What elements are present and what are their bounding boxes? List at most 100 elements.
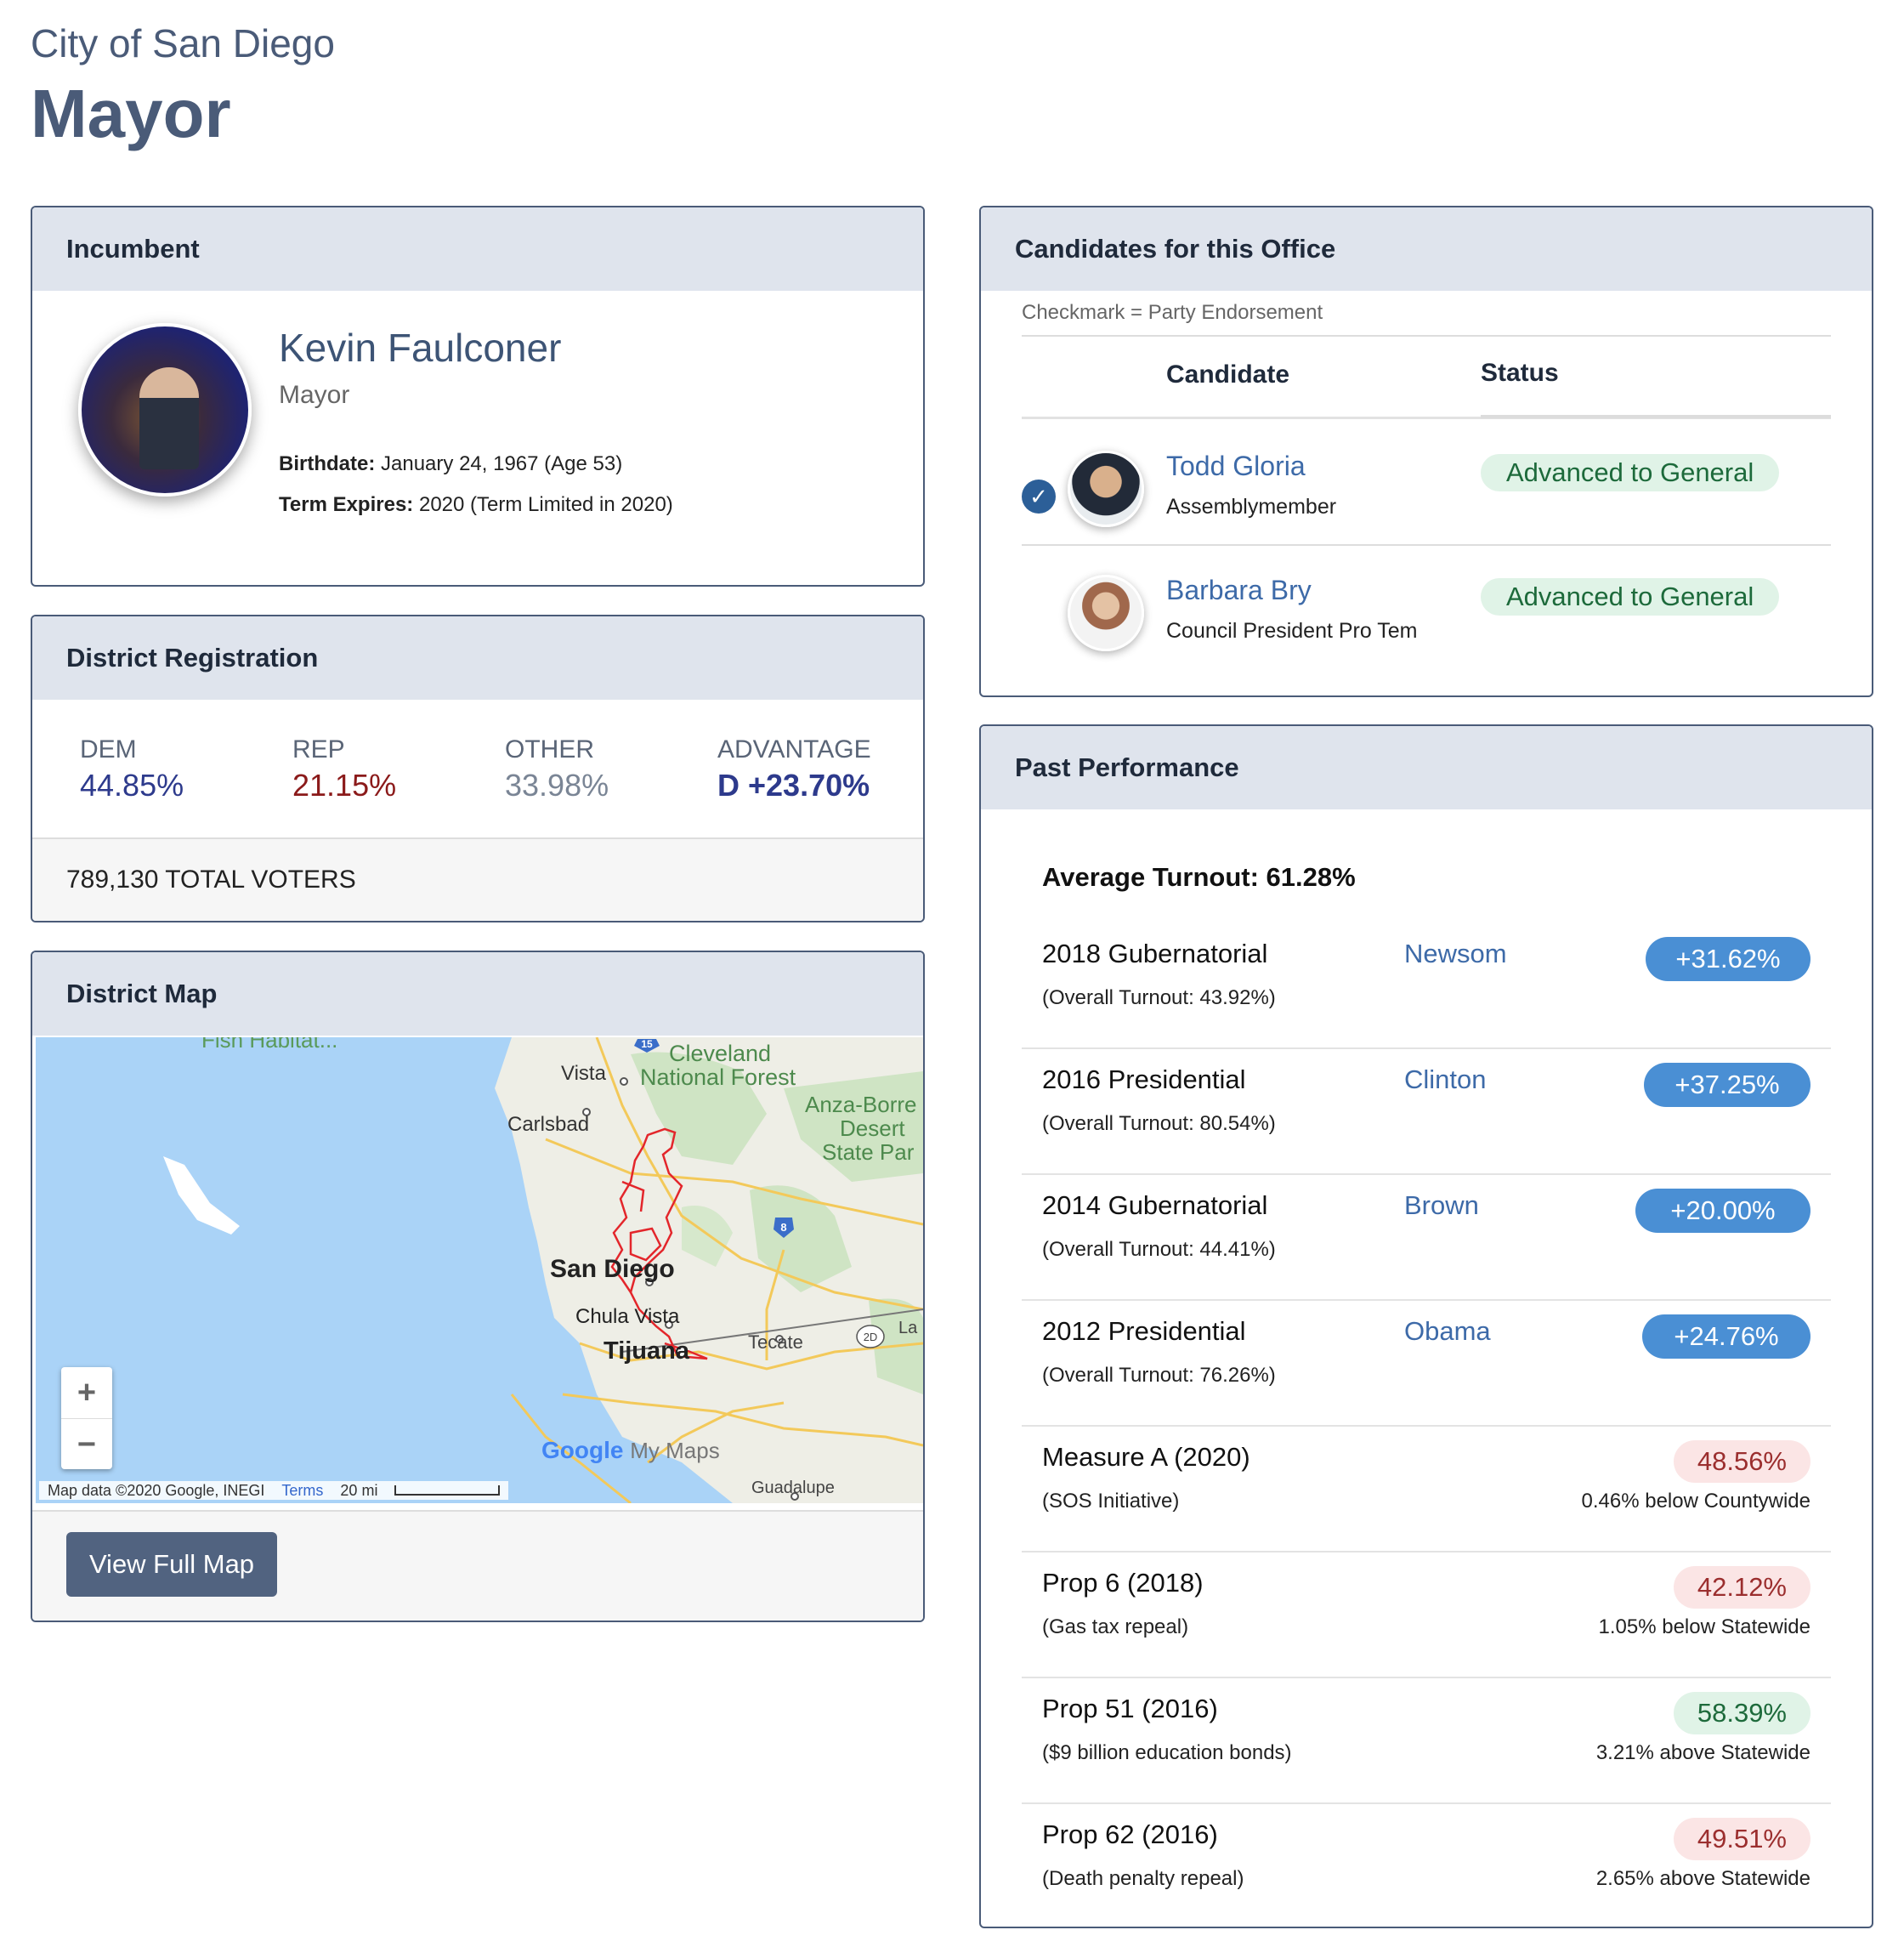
reg-rep-label: REP	[292, 735, 345, 763]
measure-result-badge: 42.12%	[1673, 1566, 1810, 1609]
zoom-out-button[interactable]: −	[61, 1418, 112, 1470]
map-heading: District Map	[32, 952, 923, 1036]
measure-comparison: 3.21% above Statewide	[1595, 1741, 1810, 1764]
reg-advantage-value: D +23.70%	[717, 768, 870, 803]
candidate-photo	[1068, 451, 1144, 527]
total-voters: 789,130 TOTAL VOTERS	[32, 837, 923, 921]
measure-description: (SOS Initiative)	[1042, 1490, 1180, 1513]
measure-name: Measure A (2020)	[1042, 1442, 1250, 1472]
zoom-in-button[interactable]: +	[61, 1367, 112, 1418]
map-label-san-diego: San Diego	[550, 1255, 675, 1283]
candidates-heading: Candidates for this Office	[981, 207, 1872, 291]
map-label-carlsbad: Carlsbad	[507, 1113, 589, 1136]
reg-rep-value: 21.15%	[292, 768, 397, 803]
measure-row: Prop 51 (2016) ($9 billion education bon…	[1022, 1677, 1831, 1804]
term-value: 2020 (Term Limited in 2020)	[418, 493, 673, 516]
election-name: 2018 Gubernatorial	[1042, 939, 1268, 968]
terms-link[interactable]: Terms	[281, 1482, 323, 1500]
district-map[interactable]: 15 8 2D Fish Habitat... Cleveland Nation…	[36, 1037, 923, 1503]
election-name: 2016 Presidential	[1042, 1064, 1246, 1094]
measure-row: Prop 6 (2018) (Gas tax repeal) 42.12% 1.…	[1022, 1551, 1831, 1678]
election-name: 2012 Presidential	[1042, 1316, 1246, 1346]
incumbent-avatar	[78, 323, 252, 497]
endorsement-check-icon: ✓	[1022, 480, 1056, 514]
endorsement-note: Checkmark = Party Endorsement	[1022, 301, 1323, 324]
status-badge: Advanced to General	[1481, 454, 1780, 491]
birthdate-value: January 24, 1967 (Age 53)	[381, 452, 623, 475]
incumbent-name: Kevin Faulconer	[279, 326, 562, 370]
margin-badge: +31.62%	[1646, 937, 1810, 981]
reg-advantage: ADVANTAGE D +23.70%	[717, 735, 871, 803]
winning-candidate: Newsom	[1404, 939, 1507, 968]
map-label-guadalupe: Guadalupe	[751, 1479, 835, 1497]
measure-description: (Gas tax repeal)	[1042, 1615, 1189, 1638]
measure-row: Measure A (2020) (SOS Initiative) 48.56%…	[1022, 1425, 1831, 1552]
map-canvas[interactable]: 15 8 2D Fish Habitat... Cleveland Nation…	[36, 1037, 923, 1503]
term-label: Term Expires:	[279, 493, 414, 516]
measure-comparison: 0.46% below Countywide	[1581, 1490, 1811, 1513]
past-performance-heading: Past Performance	[981, 726, 1872, 809]
candidate-row[interactable]: Barbara Bry Council President Pro Tem Ad…	[1022, 565, 1831, 689]
election-turnout: (Overall Turnout: 43.92%)	[1042, 986, 1276, 1009]
margin-badge: +37.25%	[1644, 1063, 1810, 1107]
measure-result-badge: 49.51%	[1673, 1818, 1810, 1860]
election-name: 2014 Gubernatorial	[1042, 1190, 1268, 1220]
reg-dem-label: DEM	[80, 735, 137, 763]
reg-advantage-label: ADVANTAGE	[717, 735, 871, 763]
candidate-photo	[1068, 575, 1144, 651]
google-wordmark: Google	[541, 1437, 624, 1463]
map-label-national-forest: National Forest	[640, 1064, 796, 1090]
candidate-row[interactable]: ✓ Todd Gloria Assemblymember Advanced to…	[1022, 440, 1831, 565]
map-card: District Map 15 8 2D Fish Habitat... Cle…	[31, 951, 925, 1622]
measure-result-badge: 58.39%	[1673, 1692, 1810, 1734]
reg-other-label: OTHER	[505, 735, 594, 763]
status-badge: Advanced to General	[1481, 578, 1780, 616]
winning-candidate: Brown	[1404, 1190, 1479, 1220]
measure-description: (Death penalty repeal)	[1042, 1867, 1244, 1890]
incumbent-role: Mayor	[279, 381, 350, 409]
view-full-map-button[interactable]: View Full Map	[66, 1532, 277, 1597]
google-logo: Google My Maps	[541, 1437, 720, 1464]
incumbent-card: Incumbent Kevin Faulconer Mayor Birthdat…	[31, 206, 925, 587]
scale-bar-icon	[394, 1485, 501, 1496]
election-turnout: (Overall Turnout: 76.26%)	[1042, 1364, 1276, 1387]
col-candidate: Candidate	[1166, 360, 1290, 389]
measure-result-badge: 48.56%	[1673, 1440, 1810, 1483]
map-label-anza1: Anza-Borre	[805, 1092, 917, 1117]
map-label-chula-vista: Chula Vista	[575, 1305, 680, 1328]
scale-label: 20 mi	[340, 1481, 378, 1499]
incumbent-term: Term Expires: 2020 (Term Limited in 2020…	[279, 493, 673, 517]
winning-candidate: Obama	[1404, 1316, 1491, 1346]
map-footer: View Full Map	[32, 1510, 923, 1621]
registration-heading: District Registration	[32, 616, 923, 700]
candidate-name[interactable]: Barbara Bry	[1166, 575, 1312, 606]
candidate-role: Assemblymember	[1166, 495, 1337, 519]
measure-comparison: 1.05% below Statewide	[1598, 1615, 1811, 1638]
reg-dem: DEM 44.85%	[80, 735, 184, 803]
measure-name: Prop 51 (2016)	[1042, 1694, 1218, 1723]
map-label-fish: Fish Habitat...	[201, 1037, 337, 1053]
map-attribution: Map data ©2020 Google, INEGI Terms 20 mi	[39, 1481, 509, 1500]
candidate-role: Council President Pro Tem	[1166, 619, 1418, 643]
margin-badge: +24.76%	[1642, 1314, 1810, 1359]
measure-row: Prop 62 (2016) (Death penalty repeal) 49…	[1022, 1802, 1831, 1927]
incumbent-birthdate: Birthdate: January 24, 1967 (Age 53)	[279, 452, 622, 476]
reg-other-value: 33.98%	[505, 768, 609, 803]
candidate-name[interactable]: Todd Gloria	[1166, 451, 1306, 482]
measure-description: ($9 billion education bonds)	[1042, 1741, 1292, 1764]
reg-other: OTHER 33.98%	[505, 735, 609, 803]
map-label-tecate: Tecate	[748, 1331, 803, 1353]
election-turnout: (Overall Turnout: 80.54%)	[1042, 1112, 1276, 1135]
past-performance-card: Past Performance Average Turnout: 61.28%…	[979, 724, 1873, 1928]
map-label-anza3: State Par	[822, 1139, 915, 1165]
reg-dem-value: 44.85%	[80, 768, 184, 803]
map-label-tijuana: Tijuana	[604, 1337, 690, 1365]
map-shield-2d: 2D	[864, 1331, 878, 1343]
margin-badge: +20.00%	[1635, 1189, 1810, 1233]
election-turnout: (Overall Turnout: 44.41%)	[1042, 1238, 1276, 1261]
measure-name: Prop 62 (2016)	[1042, 1819, 1218, 1849]
page-title: Mayor	[31, 76, 231, 151]
col-status: Status	[1481, 359, 1559, 387]
election-row: 2012 Presidential (Overall Turnout: 76.2…	[1022, 1299, 1831, 1427]
map-label-la: La	[898, 1319, 918, 1337]
